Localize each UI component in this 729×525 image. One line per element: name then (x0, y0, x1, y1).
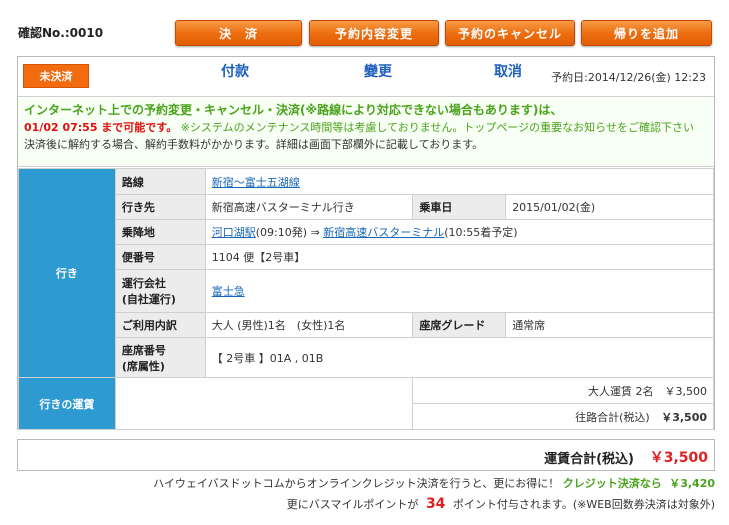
mile-text-after: ポイント付与されます。(※WEB回数券決済は対象外) (452, 498, 715, 511)
change-reservation-button[interactable]: 予約内容変更 (309, 20, 439, 46)
reservation-table: 行き 路線 新宿〜富士五湖線 行き先 新宿高速バスターミナル行き 乗車日 201… (18, 168, 715, 430)
grand-total-box: 運賃合計(税込) ￥3,500 (17, 439, 715, 471)
unpaid-badge: 未決済 (23, 64, 89, 88)
breakdown-value: 大人 (男性)1名 (女性)1名 (204, 312, 414, 338)
mile-text-before: 更にバスマイルポイントが (286, 498, 419, 511)
reservation-date: 予約日:2014/12/26(金) 12:23 (551, 71, 706, 84)
breakdown-label: ご利用内訳 (114, 312, 206, 338)
add-return-trip-button[interactable]: 帰りを追加 (581, 20, 712, 46)
credit-promo: ハイウェイバスドットコムからオンラインクレジット決済を行うと、更にお得に！ クレ… (153, 475, 715, 491)
grand-total-value: ￥3,500 (649, 450, 708, 466)
arrival-stop-link[interactable]: 新宿高速バスターミナル (323, 226, 444, 239)
notice-line-3: 決済後に解約する場合、解約手数料がかかります。詳細は画面下部欄外に記載しておりま… (24, 138, 484, 151)
route-cell: 新宿〜富士五湖線 (204, 168, 715, 195)
route-label: 路線 (114, 168, 206, 195)
seat-grade-value: 通常席 (505, 312, 714, 338)
grand-total-label: 運賃合計(税込) (544, 452, 634, 467)
operator-label-line-1: 運行会社 (121, 277, 166, 290)
bus-number-label: 便番号 (114, 244, 206, 270)
seat-number-value: 【 2号車 】01A , 01B (204, 337, 715, 378)
operator-link[interactable]: 富士急 (212, 285, 245, 298)
boarding-date-label: 乗車日 (412, 194, 507, 220)
mile-points-value: 34 (425, 496, 446, 512)
pay-button[interactable]: 決 済 (175, 20, 302, 46)
notice-line-1: インターネット上での予約変更・キャンセル・決済(※路線により対応できない場合もあ… (24, 103, 563, 117)
fare-empty-cell (114, 377, 414, 430)
destination-label: 行き先 (114, 194, 206, 220)
confirmation-number: 確認No.:0010 (18, 26, 104, 40)
pay-column-label: 付款 (221, 64, 249, 80)
bus-mile-points: 更にバスマイルポイントが 34 ポイント付与されます。(※WEB回数券決済は対象… (287, 496, 715, 512)
return-total-label: 往路合計(税込) (575, 410, 650, 424)
seat-number-label-line-2: (席属性) (121, 359, 165, 373)
stops-label: 乗降地 (114, 219, 206, 245)
operator-label-line-2: (自社運行) (121, 293, 176, 306)
change-column-label: 變更 (364, 64, 392, 80)
notice-line-2: 01/02 07:55 まで可能です。 ※システムのメンテナンス時間等は考慮して… (24, 119, 708, 136)
adult-fare: 大人運賃 2名 ￥3,500 (412, 377, 714, 404)
operator-label: 運行会社 (自社運行) (114, 269, 206, 313)
status-row: 未決済 付款 變更 取消 予約日:2014/12/26(金) 12:23 (18, 57, 714, 97)
seat-grade-label: 座席グレード (412, 312, 507, 338)
seat-number-label: 座席番号 (席属性) (114, 337, 206, 378)
route-link[interactable]: 新宿〜富士五湖線 (212, 176, 300, 189)
credit-promo-text: ハイウェイバスドットコムからオンラインクレジット決済を行うと、更にお得に！ (153, 477, 560, 490)
deadline-text: 01/02 07:55 まで可能です。 (24, 121, 178, 134)
seat-number-label-line-1: 座席番号 (121, 343, 166, 357)
return-total-cell: 往路合計(税込) ￥3,500 (412, 403, 714, 430)
reservation-panel: 未決済 付款 變更 取消 予約日:2014/12/26(金) 12:23 インタ… (17, 56, 715, 430)
bus-number-value: 1104 便【2号車】 (204, 244, 715, 270)
cancel-reservation-button[interactable]: 予約のキャンセル (445, 20, 575, 46)
maintenance-note: ※システムのメンテナンス時間等は考慮しておりません。トップページの重要なお知らせ… (180, 121, 694, 134)
credit-promo-amount: ￥3,420 (669, 477, 715, 490)
stops-cell: 河口湖駅(09:10発) ⇒ 新宿高速バスターミナル(10:55着予定) (204, 219, 715, 245)
arrival-time: (10:55着予定) (444, 226, 518, 239)
departure-time: (09:10発) ⇒ (255, 226, 320, 239)
boarding-date-value: 2015/01/02(金) (505, 194, 714, 220)
departure-stop-link[interactable]: 河口湖駅 (212, 226, 256, 239)
notice-box: インターネット上での予約変更・キャンセル・決済(※路線により対応できない場合もあ… (18, 98, 714, 167)
destination-value: 新宿高速バスターミナル行き (204, 194, 414, 220)
cancel-column-label: 取消 (494, 64, 522, 80)
fare-section-label: 行きの運賃 (18, 377, 116, 430)
return-total-value: ￥3,500 (661, 410, 707, 424)
credit-promo-highlight: クレジット決済なら (562, 477, 662, 490)
trip-section-label: 行き (18, 168, 116, 378)
operator-cell: 富士急 (204, 269, 715, 313)
